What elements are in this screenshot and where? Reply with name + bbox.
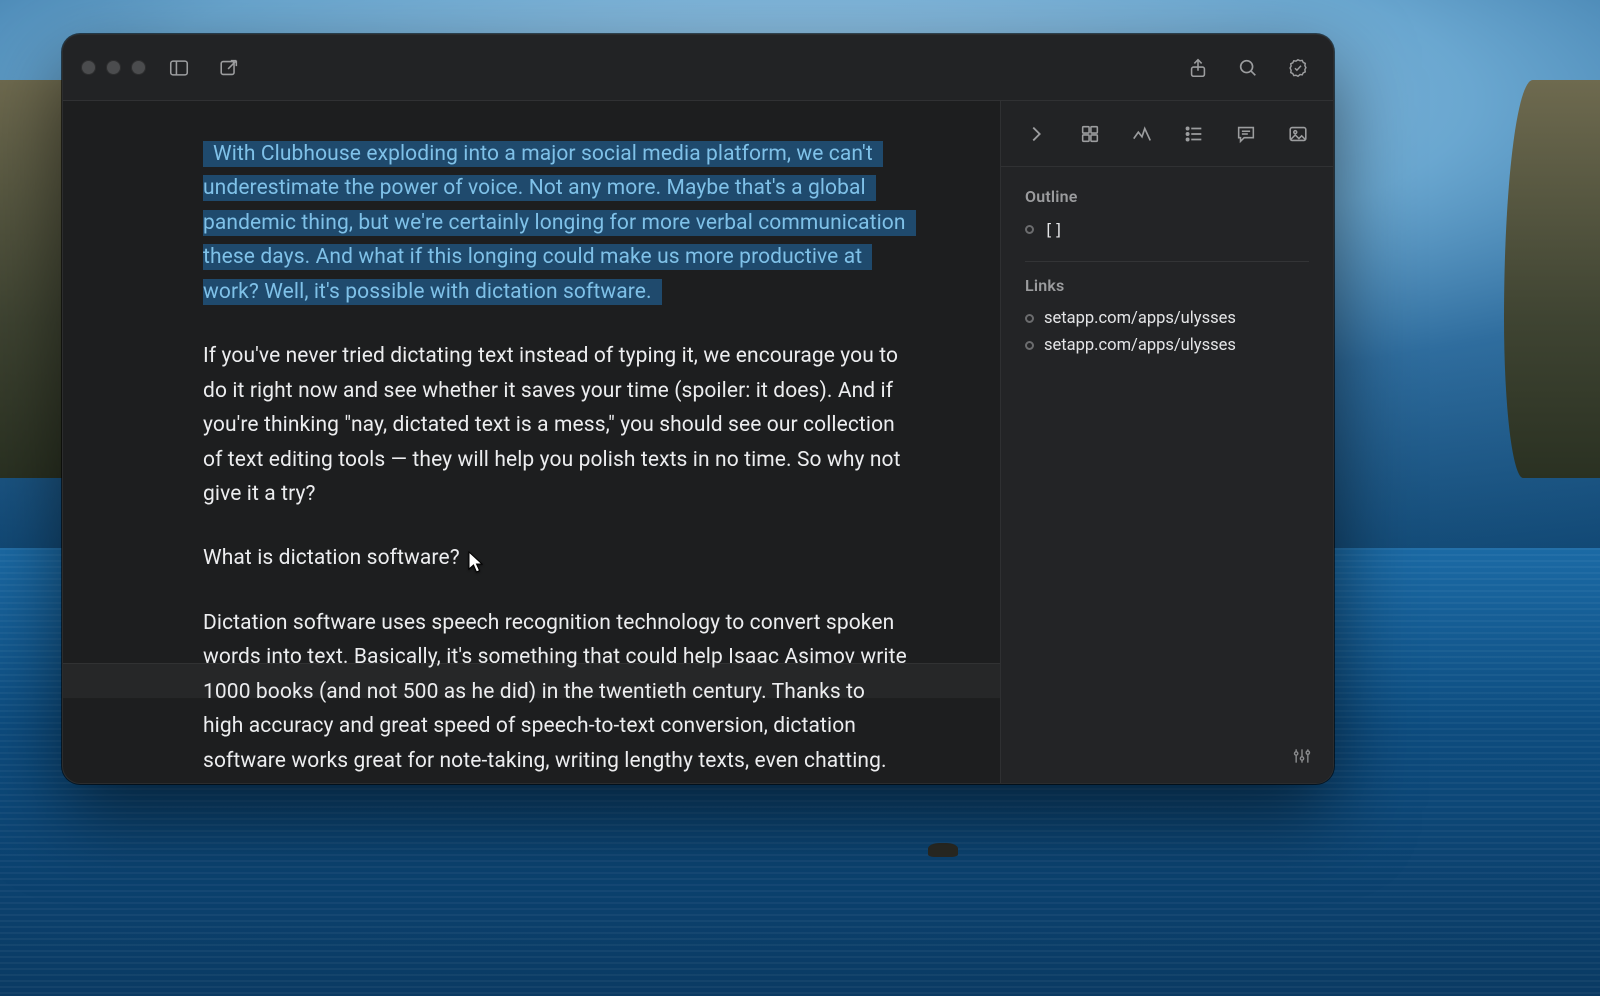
app-window: With Clubhouse exploding into a major so… — [62, 34, 1334, 784]
link-label: setapp.com/apps/ulysses — [1044, 309, 1236, 328]
inspector-pane: Outline [] Links setapp.com/apps/ulysses… — [1001, 101, 1333, 783]
compose-button[interactable] — [216, 55, 242, 81]
paragraph[interactable]: If you've never tried dictating text ins… — [203, 339, 910, 511]
bullet-icon — [1025, 341, 1034, 350]
window-body: With Clubhouse exploding into a major so… — [63, 101, 1333, 783]
minimize-window-button[interactable] — [106, 60, 121, 75]
collapse-inspector-button[interactable] — [1023, 121, 1049, 147]
section-divider — [1025, 261, 1309, 262]
review-badge-button[interactable] — [1285, 55, 1311, 81]
wallpaper-decor — [928, 843, 958, 857]
inspector-tab-outline[interactable] — [1181, 121, 1207, 147]
inspector-settings-button[interactable] — [1289, 743, 1315, 769]
toggle-sidebar-button[interactable] — [166, 55, 192, 81]
titlebar — [63, 35, 1333, 101]
link-item[interactable]: setapp.com/apps/ulysses — [1025, 305, 1309, 332]
inspector-tab-stats[interactable] — [1129, 121, 1155, 147]
outline-item-label: [] — [1044, 220, 1063, 239]
editor-content[interactable]: With Clubhouse exploding into a major so… — [63, 101, 1000, 783]
desktop-wallpaper: With Clubhouse exploding into a major so… — [0, 0, 1600, 996]
share-button[interactable] — [1185, 55, 1211, 81]
link-label: setapp.com/apps/ulysses — [1044, 336, 1236, 355]
outline-item[interactable]: [] — [1025, 216, 1309, 243]
left-toolbar-group — [166, 55, 242, 81]
bullet-icon — [1025, 314, 1034, 323]
link-item[interactable]: setapp.com/apps/ulysses — [1025, 332, 1309, 359]
window-controls — [81, 60, 146, 75]
fullscreen-window-button[interactable] — [131, 60, 146, 75]
bullet-icon — [1025, 225, 1034, 234]
search-button[interactable] — [1235, 55, 1261, 81]
paragraph[interactable]: Dictation software uses speech recogniti… — [203, 606, 910, 778]
inspector-tab-media[interactable] — [1285, 121, 1311, 147]
inspector-toolbar — [1001, 101, 1333, 167]
outline-section-title: Outline — [1025, 187, 1309, 206]
right-toolbar-group — [1185, 55, 1311, 81]
inspector-tab-grid[interactable] — [1077, 121, 1103, 147]
wallpaper-decor — [1504, 80, 1600, 478]
close-window-button[interactable] — [81, 60, 96, 75]
inspector-body: Outline [] Links setapp.com/apps/ulysses… — [1001, 167, 1333, 379]
selection — [203, 141, 213, 167]
editor-pane[interactable]: With Clubhouse exploding into a major so… — [63, 101, 1000, 783]
paragraph-highlighted[interactable]: With Clubhouse exploding into a major so… — [203, 137, 910, 309]
links-section-title: Links — [1025, 276, 1309, 295]
selection-text: With Clubhouse exploding into a major so… — [203, 141, 916, 305]
inspector-tab-comments[interactable] — [1233, 121, 1259, 147]
heading[interactable]: What is dictation software? — [203, 541, 910, 575]
